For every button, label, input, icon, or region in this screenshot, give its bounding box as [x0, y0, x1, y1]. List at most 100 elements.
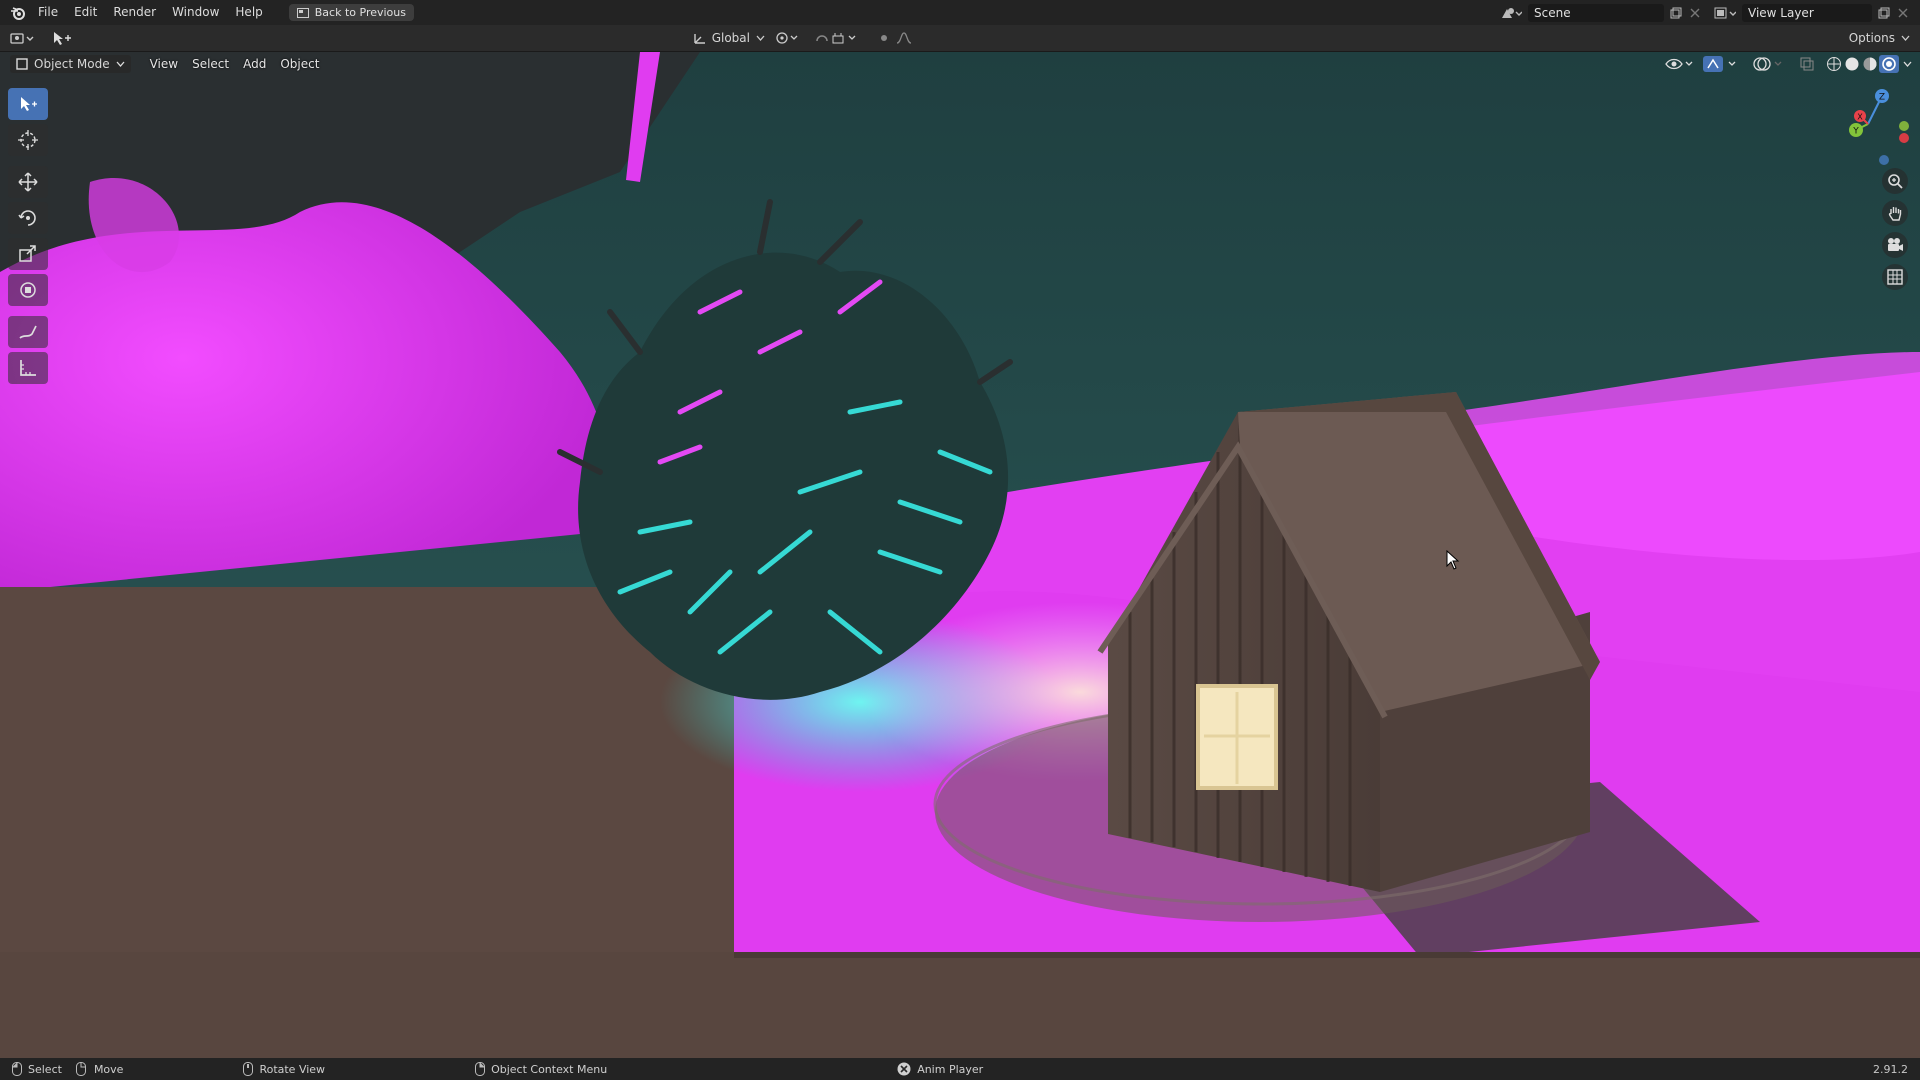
mouse-drag-icon: [75, 1062, 88, 1076]
select-box-icon: [18, 95, 38, 113]
3d-viewport[interactable]: Object Mode View Select Add Object Z Y X: [0, 52, 1920, 1058]
viewport-menu-view[interactable]: View: [143, 57, 185, 71]
camera-view-button[interactable]: [1882, 232, 1908, 258]
status-move-label: Move: [93, 1062, 124, 1076]
measure-tool[interactable]: [8, 352, 48, 384]
select-box-tool[interactable]: [8, 88, 48, 120]
scene-selector-icon[interactable]: [1500, 6, 1522, 20]
anim-player-label: Anim Player: [917, 1062, 984, 1076]
measure-ruler-icon: [18, 358, 38, 378]
menu-render[interactable]: Render: [105, 0, 164, 25]
transform-orientation-dropdown[interactable]: Global: [712, 31, 765, 45]
delete-view-layer-icon[interactable]: [1898, 8, 1908, 18]
zoom-icon: [1887, 173, 1903, 189]
grid-perspective-icon: [1887, 269, 1903, 285]
status-bar: Select Move Rotate View Object Context M…: [0, 1058, 1920, 1080]
move-icon: [18, 172, 38, 192]
proportional-editing-icon[interactable]: [879, 31, 919, 45]
view-layer-name: View Layer: [1748, 5, 1814, 20]
snap-icon[interactable]: [815, 31, 861, 45]
rotate-tool[interactable]: [8, 202, 48, 234]
xray-icon[interactable]: [1799, 56, 1815, 72]
version-label: 2.91.2: [1873, 1062, 1908, 1076]
status-rotate-view: Rotate View: [243, 1062, 325, 1076]
back-to-previous-label: Back to Previous: [314, 6, 406, 19]
menu-window[interactable]: Window: [164, 0, 227, 25]
viewport-header: Object Mode View Select Add Object: [0, 52, 1920, 76]
scene-field[interactable]: Scene: [1528, 3, 1664, 22]
view-layer-field[interactable]: View Layer: [1742, 3, 1872, 22]
status-rotate-view-label: Rotate View: [259, 1062, 326, 1076]
pan-button[interactable]: [1882, 200, 1908, 226]
object-mode-label: Object Mode: [34, 57, 110, 71]
scale-tool[interactable]: [8, 238, 48, 270]
object-mode-icon: [16, 58, 28, 70]
wireframe-shading-icon[interactable]: [1825, 56, 1843, 72]
visibility-icon[interactable]: [1665, 57, 1693, 71]
anim-player-job[interactable]: Anim Player: [897, 1062, 983, 1076]
mouse-left-icon: [12, 1062, 22, 1076]
solid-shading-icon[interactable]: [1843, 56, 1861, 72]
rendered-scene: [0, 52, 1920, 1058]
gizmo-toggle-icon[interactable]: [1703, 56, 1743, 72]
move-tool[interactable]: [8, 166, 48, 198]
screen-icon: [296, 7, 309, 18]
cancel-job-icon[interactable]: [897, 1062, 911, 1076]
menu-edit[interactable]: Edit: [66, 0, 105, 25]
gizmo-z-label: Z: [1879, 93, 1885, 103]
top-menubar: File Edit Render Window Help Back to Pre…: [0, 0, 1920, 25]
annotate-tool[interactable]: [8, 316, 48, 348]
status-context-menu-label: Object Context Menu: [491, 1062, 608, 1076]
transform-icon: [18, 280, 38, 300]
options-dropdown[interactable]: Options: [1849, 31, 1910, 45]
menu-help[interactable]: Help: [227, 0, 270, 25]
shading-options-chevron-icon[interactable]: [1903, 61, 1912, 67]
perspective-toggle-button[interactable]: [1882, 264, 1908, 290]
options-label: Options: [1848, 31, 1895, 45]
mouse-middle-icon: [243, 1062, 254, 1076]
navigation-tools: [1882, 168, 1908, 290]
active-tool-icon[interactable]: [52, 30, 72, 46]
mouse-right-icon: [475, 1062, 486, 1076]
new-view-layer-icon[interactable]: [1878, 7, 1890, 19]
transform-tool[interactable]: [8, 274, 48, 306]
viewport-menu-select[interactable]: Select: [185, 57, 236, 71]
annotate-pencil-icon: [18, 322, 38, 342]
new-scene-icon[interactable]: [1670, 7, 1682, 19]
status-context-menu: Object Context Menu: [475, 1062, 607, 1076]
tool-header: Global Options: [0, 25, 1920, 52]
cursor-3d-icon: [18, 130, 38, 150]
tool-shelf: [8, 88, 48, 384]
status-select: Select: [12, 1062, 62, 1076]
rotate-icon: [18, 208, 38, 228]
transform-orientation-icon: [692, 31, 708, 45]
viewport-menu-object[interactable]: Object: [273, 57, 326, 71]
delete-scene-icon[interactable]: [1690, 8, 1700, 18]
gizmo-x-label: X: [1857, 113, 1863, 122]
options-chevron-icon: [1901, 35, 1910, 41]
transform-orientation-label: Global: [711, 31, 750, 45]
editor-type-icon[interactable]: [10, 31, 36, 45]
scene-name: Scene: [1534, 5, 1571, 20]
status-select-label: Select: [28, 1062, 62, 1076]
menu-file[interactable]: File: [30, 0, 66, 25]
pivot-point-icon[interactable]: [775, 31, 801, 45]
status-move: Move: [75, 1062, 124, 1076]
hand-pan-icon: [1887, 205, 1903, 221]
object-mode-dropdown[interactable]: Object Mode: [10, 55, 131, 73]
rendered-shading-icon[interactable]: [1879, 55, 1899, 73]
mouse-cursor-icon: [1446, 549, 1460, 573]
overlays-icon[interactable]: [1753, 56, 1785, 72]
view-layer-selector-icon[interactable]: [1714, 6, 1736, 20]
mode-chevron-icon: [116, 61, 125, 67]
viewport-menu-add[interactable]: Add: [236, 57, 273, 71]
gizmo-y-label: Y: [1852, 127, 1859, 137]
material-shading-icon[interactable]: [1861, 56, 1879, 72]
back-to-previous-button[interactable]: Back to Previous: [288, 4, 414, 21]
blender-logo-icon[interactable]: [6, 5, 30, 21]
cursor-tool[interactable]: [8, 124, 48, 156]
chevron-down-icon: [756, 35, 765, 41]
scale-icon: [18, 244, 38, 264]
zoom-button[interactable]: [1882, 168, 1908, 194]
navigation-gizmo[interactable]: Z Y X: [1832, 82, 1912, 169]
